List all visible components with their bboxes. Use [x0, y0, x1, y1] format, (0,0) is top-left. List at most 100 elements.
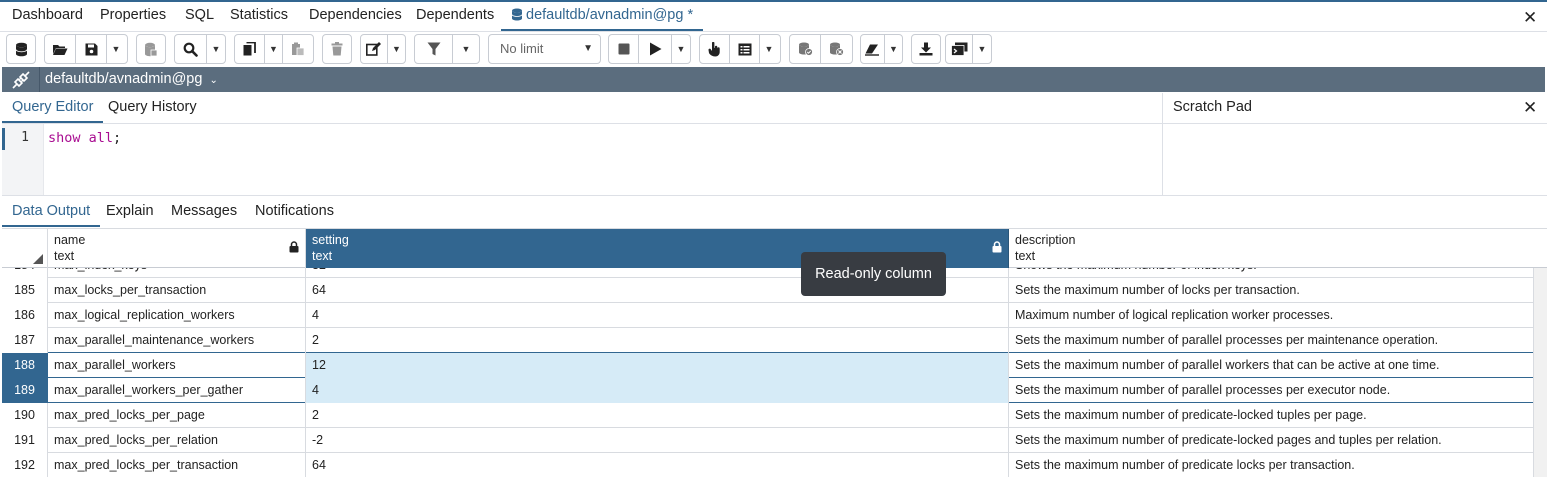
tab-query-history[interactable]: Query History: [108, 93, 197, 123]
save-file-button[interactable]: [76, 35, 107, 63]
toolbar-group-file: ▼: [44, 34, 128, 64]
table-row[interactable]: 185 max_locks_per_transaction 64 Sets the m…: [2, 278, 1534, 303]
cell-description[interactable]: Sets the maximum number of parallel proc…: [1009, 378, 1534, 403]
tab-data-output[interactable]: Data Output: [2, 197, 101, 227]
macros-options-dropdown[interactable]: ▼: [973, 35, 991, 63]
cell-description[interactable]: Sets the maximum number of parallel proc…: [1009, 328, 1534, 353]
tab-statistics[interactable]: Statistics: [230, 2, 288, 31]
close-tab-icon[interactable]: ✕: [1523, 9, 1537, 26]
explain-analyze-button[interactable]: [730, 35, 760, 63]
table-row[interactable]: 187 max_parallel_maintenance_workers 2 Sets…: [2, 328, 1534, 353]
select-all-corner[interactable]: [2, 229, 48, 268]
sql-editor[interactable]: show all;: [48, 130, 121, 146]
edit-options-dropdown[interactable]: ▼: [388, 35, 405, 63]
find-button[interactable]: [175, 35, 207, 63]
row-number[interactable]: 191: [2, 428, 48, 453]
cell-setting[interactable]: 12: [306, 353, 1009, 378]
row-limit-select[interactable]: No limit ▼: [488, 34, 601, 64]
scratch-pad-textarea[interactable]: [1162, 124, 1547, 196]
column-header-name[interactable]: name text: [48, 229, 306, 268]
cell-description[interactable]: Sets the maximum number of predicate-loc…: [1009, 428, 1534, 453]
download-csv-button[interactable]: [912, 35, 940, 63]
cell-description[interactable]: Sets the maximum number of parallel work…: [1009, 353, 1534, 378]
table-row[interactable]: 189 max_parallel_workers_per_gather 4 Sets …: [2, 378, 1534, 403]
cell-setting[interactable]: 4: [306, 303, 1009, 328]
save-data-changes-button[interactable]: [137, 35, 165, 63]
table-row[interactable]: 190 max_pred_locks_per_page 2 Sets the maxi…: [2, 403, 1534, 428]
filter-options-dropdown[interactable]: ▼: [453, 35, 479, 63]
save-icon: [85, 43, 97, 55]
tab-query-tool[interactable]: defaultdb/avnadmin@pg *: [501, 2, 704, 31]
row-number[interactable]: 189: [2, 378, 48, 403]
cell-name[interactable]: max_pred_locks_per_relation: [48, 428, 306, 453]
column-header-description[interactable]: description text: [1009, 229, 1547, 268]
cell-name[interactable]: max_parallel_workers: [48, 353, 306, 378]
toolbar-group-download: [911, 34, 941, 64]
tab-dependents[interactable]: Dependents: [416, 2, 494, 31]
table-row[interactable]: 191 max_pred_locks_per_relation -2 Sets the…: [2, 428, 1534, 453]
row-number[interactable]: 185: [2, 278, 48, 303]
commit-button[interactable]: [790, 35, 821, 63]
tab-notifications[interactable]: Notifications: [255, 197, 334, 227]
tab-properties[interactable]: Properties: [100, 2, 166, 31]
filter-button[interactable]: [415, 35, 453, 63]
cell-setting[interactable]: 2: [306, 403, 1009, 428]
row-number[interactable]: 192: [2, 453, 48, 477]
tab-messages[interactable]: Messages: [171, 197, 237, 227]
close-scratch-pad-icon[interactable]: ✕: [1523, 99, 1537, 116]
cell-description[interactable]: Maximum number of logical replication wo…: [1009, 303, 1534, 328]
open-file-button[interactable]: [45, 35, 76, 63]
change-connection-button[interactable]: [7, 35, 35, 63]
row-number[interactable]: 186: [2, 303, 48, 328]
rollback-button[interactable]: [821, 35, 852, 63]
cell-setting[interactable]: 2: [306, 328, 1009, 353]
main-tab-bar: Dashboard Properties SQL Statistics Depe…: [0, 2, 1547, 32]
explain-button[interactable]: [700, 35, 730, 63]
execute-options-dropdown[interactable]: ▼: [672, 35, 690, 63]
stop-query-button[interactable]: [609, 35, 639, 63]
hand-pointer-icon: [708, 41, 720, 56]
chevron-down-icon: ▼: [888, 44, 898, 54]
grid-vertical-scrollbar[interactable]: [1534, 268, 1547, 477]
table-row[interactable]: 186 max_logical_replication_workers 4 Maxim…: [2, 303, 1534, 328]
cell-name[interactable]: max_pred_locks_per_page: [48, 403, 306, 428]
cell-setting[interactable]: 4: [306, 378, 1009, 403]
row-number[interactable]: 188: [2, 353, 48, 378]
sql-keyword: show: [48, 130, 81, 146]
cell-setting[interactable]: 64: [306, 453, 1009, 477]
cell-description[interactable]: Sets the maximum number of predicate loc…: [1009, 453, 1534, 477]
table-row[interactable]: 188 max_parallel_workers 12 Sets the maximu…: [2, 353, 1534, 378]
row-number[interactable]: 190: [2, 403, 48, 428]
connection-selector[interactable]: defaultdb/avnadmin@pg ⌄: [45, 67, 218, 93]
tab-dependencies[interactable]: Dependencies: [309, 2, 402, 31]
cell-setting[interactable]: -2: [306, 428, 1009, 453]
delete-rows-button[interactable]: [323, 35, 351, 63]
toolbar-group-explain: ▼: [699, 34, 781, 64]
cell-name[interactable]: max_parallel_workers_per_gather: [48, 378, 306, 403]
explain-options-dropdown[interactable]: ▼: [760, 35, 778, 63]
save-options-dropdown[interactable]: ▼: [107, 35, 125, 63]
macros-button[interactable]: [946, 35, 973, 63]
tab-dashboard[interactable]: Dashboard: [12, 2, 83, 31]
copy-button[interactable]: [235, 35, 265, 63]
find-options-dropdown[interactable]: ▼: [207, 35, 225, 63]
tab-sql[interactable]: SQL: [185, 2, 214, 31]
execute-button[interactable]: [639, 35, 672, 63]
edit-button[interactable]: [361, 35, 388, 63]
clear-button[interactable]: [861, 35, 885, 63]
clear-options-dropdown[interactable]: ▼: [885, 35, 902, 63]
tab-explain[interactable]: Explain: [106, 197, 154, 227]
row-number[interactable]: 187: [2, 328, 48, 353]
cell-description[interactable]: Sets the maximum number of predicate-loc…: [1009, 403, 1534, 428]
data-output-grid: 184max_index_keys32Shows the maximum num…: [2, 228, 1547, 477]
paste-button[interactable]: [283, 35, 313, 63]
copy-options-dropdown[interactable]: ▼: [265, 35, 283, 63]
cell-description[interactable]: Sets the maximum number of locks per tra…: [1009, 278, 1534, 303]
cell-name[interactable]: max_pred_locks_per_transaction: [48, 453, 306, 477]
table-row[interactable]: 192 max_pred_locks_per_transaction 64 Sets …: [2, 453, 1534, 477]
tab-query-editor[interactable]: Query Editor: [2, 93, 104, 123]
cell-name[interactable]: max_locks_per_transaction: [48, 278, 306, 303]
connection-status-button[interactable]: [2, 67, 40, 92]
cell-name[interactable]: max_logical_replication_workers: [48, 303, 306, 328]
cell-name[interactable]: max_parallel_maintenance_workers: [48, 328, 306, 353]
